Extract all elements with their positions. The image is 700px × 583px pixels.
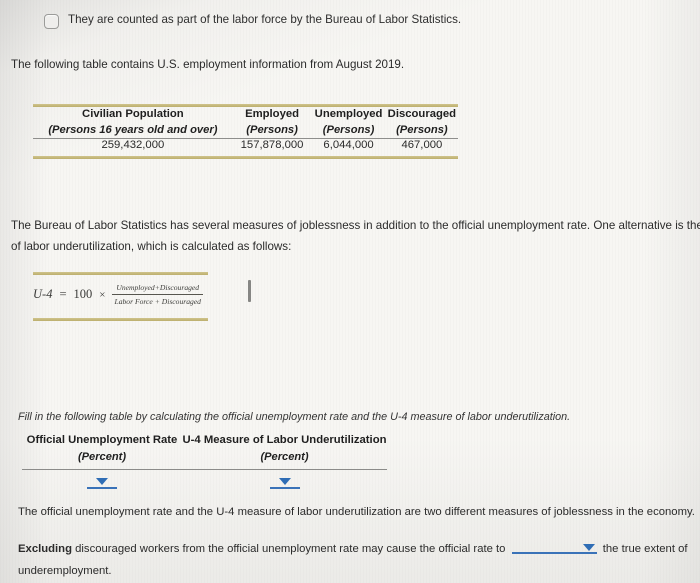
text-caret bbox=[248, 280, 251, 302]
cell-discouraged: 467,000 bbox=[401, 139, 443, 151]
fill-in-instruction: Fill in the following table by calculati… bbox=[18, 411, 571, 423]
formula-multiply: × bbox=[99, 288, 106, 301]
cell-unemployed: 6,044,000 bbox=[323, 139, 374, 151]
u4-formula-block: U-4 = 100 × Unemployed+Discouraged Labor… bbox=[33, 272, 208, 321]
table-header-row: Civilian Population Employed Unemployed … bbox=[33, 107, 458, 122]
answer-table-header: Official Unemployment Rate (Percent) U-4… bbox=[22, 432, 387, 466]
formula-bottom-rule bbox=[33, 318, 208, 321]
chevron-down-icon bbox=[582, 544, 595, 551]
column-subheader-employed: (Persons) bbox=[246, 124, 298, 136]
answer-cell-official-rate bbox=[22, 478, 182, 489]
answer-column-title-official-rate: Official Unemployment Rate bbox=[26, 434, 178, 446]
dropdown-effect-direction[interactable] bbox=[511, 542, 597, 554]
chevron-down-icon bbox=[278, 478, 291, 485]
formula-expression: U-4 = 100 × Unemployed+Discouraged Labor… bbox=[33, 275, 208, 313]
formula-lhs: U-4 bbox=[33, 287, 53, 301]
answer-column-subtitle-u4-measure: (Percent) bbox=[260, 451, 309, 463]
answer-column-official-rate: Official Unemployment Rate (Percent) bbox=[22, 432, 182, 466]
answer-column-u4-measure: U-4 Measure of Labor Underutilization (P… bbox=[182, 432, 387, 466]
column-header-civilian-population: Civilian Population bbox=[82, 108, 184, 120]
checkbox-icon[interactable] bbox=[44, 14, 59, 29]
formula-equals: = bbox=[59, 287, 67, 301]
column-header-discouraged: Discouraged bbox=[387, 108, 457, 120]
column-header-unemployed: Unemployed bbox=[314, 108, 383, 120]
table-row: 259,432,000 157,878,000 6,044,000 467,00… bbox=[33, 139, 458, 151]
column-subheader-civilian-population: (Persons 16 years old and over) bbox=[48, 124, 218, 136]
table-bottom-rule bbox=[33, 156, 458, 159]
closing-paragraph-2: Excluding discouraged workers from the o… bbox=[18, 538, 688, 582]
answer-option-row[interactable]: They are counted as part of the labor fo… bbox=[44, 12, 461, 29]
answer-table: Official Unemployment Rate (Percent) U-4… bbox=[22, 432, 387, 489]
answer-table-row bbox=[22, 470, 387, 489]
column-subheader-discouraged: (Persons) bbox=[396, 124, 448, 136]
intro-paragraph: The following table contains U.S. employ… bbox=[11, 58, 405, 71]
chevron-down-icon bbox=[96, 478, 108, 485]
column-header-employed: Employed bbox=[245, 108, 300, 120]
answer-column-title-u4-measure: U-4 Measure of Labor Underutilization bbox=[182, 434, 387, 446]
table-subheader-row: (Persons 16 years old and over) (Persons… bbox=[33, 122, 458, 138]
closing-keyword-excluding: Excluding bbox=[18, 543, 72, 555]
worksheet-content: They are counted as part of the labor fo… bbox=[0, 0, 700, 583]
cell-civilian-population: 259,432,000 bbox=[101, 139, 165, 151]
closing-paragraph-1: The official unemployment rate and the U… bbox=[18, 506, 695, 518]
closing-text-a: discouraged workers from the official un… bbox=[71, 543, 506, 555]
bls-paragraph-line-1: The Bureau of Labor Statistics has sever… bbox=[11, 219, 700, 232]
dropdown-official-unemployment-rate[interactable] bbox=[84, 478, 120, 489]
dropdown-u4-measure[interactable] bbox=[267, 478, 303, 489]
formula-fraction: Unemployed+Discouraged Labor Force + Dis… bbox=[112, 282, 203, 307]
closing-text-b: the true extent of bbox=[602, 543, 688, 555]
answer-column-subtitle-official-rate: (Percent) bbox=[77, 451, 127, 463]
formula-denominator: Labor Force + Discouraged bbox=[114, 297, 201, 306]
dropdown-underline bbox=[269, 487, 300, 489]
employment-data-table: Civilian Population Employed Unemployed … bbox=[33, 104, 458, 159]
answer-cell-u4-measure bbox=[182, 478, 387, 489]
formula-numerator: Unemployed+Discouraged bbox=[116, 283, 200, 292]
formula-constant: 100 bbox=[73, 287, 93, 301]
dropdown-underline bbox=[511, 552, 597, 554]
closing-paragraph-2-line-2: underemployment. bbox=[18, 565, 112, 577]
closing-paragraph-2-line-1: Excluding discouraged workers from the o… bbox=[18, 538, 688, 560]
bls-paragraph-line-2: of labor underutilization, which is calc… bbox=[11, 240, 292, 253]
bls-paragraph: The Bureau of Labor Statistics has sever… bbox=[11, 215, 700, 257]
cell-employed: 157,878,000 bbox=[240, 139, 304, 151]
column-subheader-unemployed: (Persons) bbox=[322, 124, 375, 136]
answer-option-label: They are counted as part of the labor fo… bbox=[68, 13, 462, 26]
dropdown-underline bbox=[87, 487, 117, 489]
